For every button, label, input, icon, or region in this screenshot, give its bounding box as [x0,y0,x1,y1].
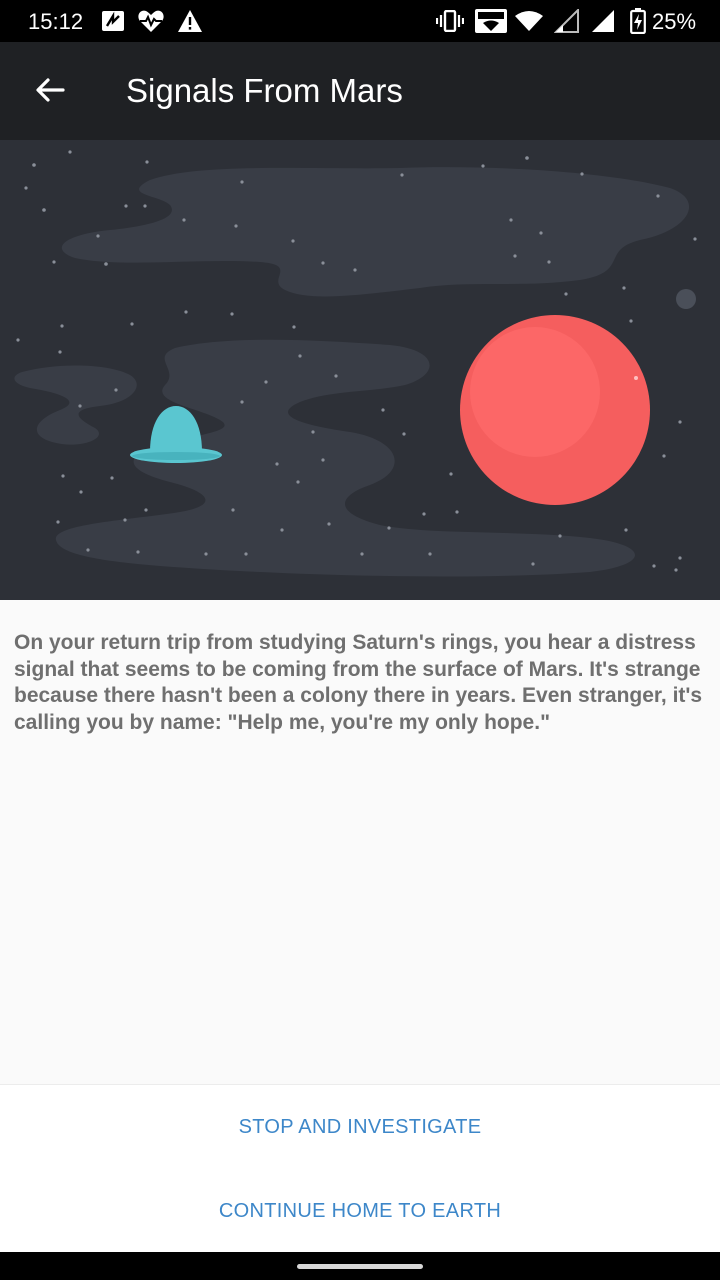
nebula-cloud [61,167,690,297]
vowifi-icon [474,9,508,33]
signal-weak-icon [554,9,580,33]
choices-panel: STOP AND INVESTIGATE CONTINUE HOME TO EA… [0,1084,720,1253]
battery-charging-icon [630,8,646,34]
battery-percentage: 25% [652,9,697,34]
wifi-icon [514,9,544,33]
mars-planet-icon [460,315,650,505]
vibrate-icon [436,9,464,33]
page-title: Signals From Mars [126,72,403,109]
navigation-bar [0,1252,720,1280]
small-moon [676,289,696,309]
app-bar: Signals From Mars [0,42,720,140]
stop-and-investigate-button[interactable]: STOP AND INVESTIGATE [0,1085,720,1169]
signal-icon [590,9,616,33]
continue-home-button[interactable]: CONTINUE HOME TO EARTH [0,1169,720,1253]
status-time: 15:12 [28,9,84,34]
health-icon [137,9,165,33]
back-button[interactable] [24,64,76,116]
nebula-cloud [14,365,137,445]
warning-icon [177,9,203,33]
status-bar: 15:12 25% [0,0,720,42]
hero-illustration [0,140,720,600]
story-text: On your return trip from studying Saturn… [14,631,703,734]
nfc-icon [100,9,126,33]
space-scene [14,150,697,577]
arrow-back-icon [36,78,65,102]
home-gesture-pill[interactable] [297,1264,423,1269]
